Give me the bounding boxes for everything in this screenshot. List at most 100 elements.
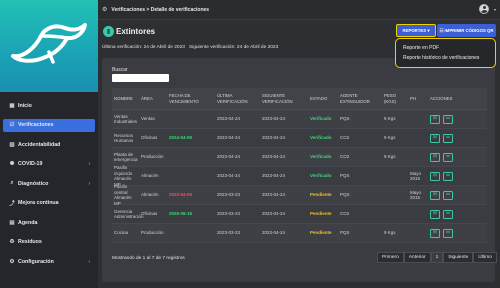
cell-next-verification: 2023-04-24 xyxy=(262,230,286,236)
chevron-right-icon: › xyxy=(88,180,90,187)
verify-icon[interactable]: ⊞ xyxy=(430,209,440,219)
list-icon[interactable]: ☰ xyxy=(443,114,453,124)
table-row: Ventas Industriales Ventas 2023-04-24 2023-… xyxy=(112,110,487,129)
search-input[interactable] xyxy=(112,74,169,82)
reportes-button[interactable]: REPORTES ▾ xyxy=(396,24,436,37)
list-icon[interactable]: ☰ xyxy=(443,133,453,143)
list-icon[interactable]: ☰ xyxy=(443,228,453,238)
column-header[interactable]: ESTADO xyxy=(310,96,340,102)
cell-area: Producción xyxy=(141,230,164,236)
cell-next-verification: 2023-04-24 xyxy=(262,192,286,198)
list-icon[interactable]: ☰ xyxy=(443,171,453,181)
page-last-button[interactable]: Último xyxy=(473,252,497,263)
page-first-button[interactable]: Primero xyxy=(377,252,404,263)
verify-icon[interactable]: ⊞ xyxy=(430,190,440,200)
list-icon[interactable]: ☰ xyxy=(443,190,453,200)
cell-status: Pendiente xyxy=(310,230,332,236)
cell-agent: PQS xyxy=(340,173,350,179)
sidebar-item-label: COVID-19 xyxy=(18,161,43,167)
sidebar-item-residuos[interactable]: ♻ Residuos xyxy=(3,236,95,249)
cell-status: Verificado xyxy=(310,116,332,122)
sidebar-item-configuraci-n[interactable]: ⚙ Configuración › xyxy=(3,255,95,268)
cell-agent: CO2 xyxy=(340,135,350,141)
cell-status: Verificado xyxy=(310,154,332,160)
cell-agent: CO2 xyxy=(340,211,350,217)
checklist-icon: ☑ xyxy=(9,122,15,128)
cell-weight: 9 Kgs xyxy=(384,154,396,160)
virus-icon: ✺ xyxy=(9,161,15,167)
page-previous-button[interactable]: Anterior xyxy=(403,252,431,263)
cell-next-verification: 2023-04-24 xyxy=(262,116,286,122)
verify-icon[interactable]: ⊞ xyxy=(430,228,440,238)
verify-icon[interactable]: ⊞ xyxy=(430,171,440,181)
cell-expiration: 2025-06-16 xyxy=(169,211,193,217)
column-header[interactable]: FECHA DE VENCIMIENTO xyxy=(169,93,217,104)
cell-area: Oficinas xyxy=(141,135,158,141)
page-next-button[interactable]: Siguiente xyxy=(443,252,474,263)
sidebar-item-mejora-continua[interactable]: ⤴ Mejora continua xyxy=(3,197,95,210)
cell-next-verification: 2023-04-24 xyxy=(262,173,286,179)
verify-icon[interactable]: ⊞ xyxy=(430,133,440,143)
menu-item-history-report[interactable]: Reporte histórico de verificaciones xyxy=(403,53,488,63)
column-header[interactable]: PESO (KGS) xyxy=(384,93,410,104)
list-icon[interactable]: ☰ xyxy=(443,152,453,162)
chevron-down-icon[interactable]: ▾ xyxy=(494,7,496,12)
dashboard-icon: ▦ xyxy=(9,102,15,109)
cell-last-verification: 2023-04-24 xyxy=(217,154,241,160)
cell-weight: 9 Kgs xyxy=(384,230,396,236)
sidebar-nav: ▦ Inicio ☑ Verificaciones ▥ Accidentabilidad ✺… xyxy=(3,99,95,275)
sidebar-item-accidentabilidad[interactable]: ▥ Accidentabilidad xyxy=(3,138,95,151)
sidebar-item-verificaciones[interactable]: ☑ Verificaciones xyxy=(3,118,95,132)
cell-agent: PQS xyxy=(340,116,350,122)
column-header[interactable]: NOMBRE xyxy=(112,96,141,102)
sidebar: ▦ Inicio ☑ Verificaciones ▥ Accidentabilidad ✺… xyxy=(0,0,98,288)
sidebar-item-agenda[interactable]: ▤ Agenda xyxy=(3,216,95,229)
pagination: Primero Anterior 1 Siguiente Último xyxy=(377,252,497,263)
cell-name: Cocina xyxy=(114,230,129,236)
gear-icon: ⚙ xyxy=(9,258,15,265)
column-header[interactable]: ÁREA xyxy=(141,96,169,102)
cell-next-verification: 2023-04-24 xyxy=(262,211,286,217)
cell-name: Pasillo central Almacén MP xyxy=(114,184,132,206)
sidebar-item-label: Accidentabilidad xyxy=(18,141,61,148)
cell-name: Planta de emergencia xyxy=(114,151,138,163)
app-logo[interactable] xyxy=(0,0,98,92)
table-body: Ventas Industriales Ventas 2023-04-24 2023-… xyxy=(112,110,487,243)
sidebar-item-covid-19[interactable]: ✺ COVID-19 › xyxy=(3,158,95,171)
sidebar-item-inicio[interactable]: ▦ Inicio xyxy=(3,99,95,112)
top-bar: ⚙ Verificaciones > Detalle de verificaci… xyxy=(98,0,500,20)
column-header[interactable]: PH xyxy=(410,96,430,102)
cell-next-verification: 2023-04-24 xyxy=(262,135,286,141)
reportes-dropdown: Reporte en PDF Reporte histórico de veri… xyxy=(395,38,496,68)
calendar-icon: ▤ xyxy=(9,219,15,226)
menu-item-pdf-report[interactable]: Reporte en PDF xyxy=(403,43,488,53)
verify-icon[interactable]: ⊞ xyxy=(430,152,440,162)
user-avatar[interactable] xyxy=(479,4,489,14)
sidebar-item-label: Agenda xyxy=(18,219,38,226)
cell-last-verification: 2023-04-24 xyxy=(217,173,241,179)
cell-weight: 9 Kgs xyxy=(384,135,396,141)
table-row: Gerencia Administración Oficinas 2025-06-1… xyxy=(112,205,487,224)
cell-expiration: 2024-04-09 xyxy=(169,135,193,141)
page-number-button[interactable]: 1 xyxy=(430,252,444,263)
cell-name: Gerencia Administración xyxy=(114,208,144,220)
cell-actions: ⊞ ☰ xyxy=(430,114,487,124)
sidebar-item-diagn-stico[interactable]: ⌕ Diagnóstico › xyxy=(3,177,95,190)
cell-expiration: 2023-04-05 xyxy=(169,192,193,198)
gear-icon[interactable]: ⚙ xyxy=(102,6,107,13)
column-header[interactable]: ÚLTIMA VERIFICACIÓN xyxy=(217,93,262,104)
cell-last-verification: 2023-03-23 xyxy=(217,230,241,236)
sidebar-item-label: Verificaciones xyxy=(18,122,54,128)
chevron-right-icon: › xyxy=(88,161,90,167)
cell-last-verification: 2023-04-24 xyxy=(217,135,241,141)
column-header[interactable]: SIGUIENTE VERIFICACIÓN xyxy=(262,93,310,104)
cell-weight: 9 Kgs xyxy=(384,116,396,122)
cell-next-verification: 2023-04-24 xyxy=(262,154,286,160)
list-icon[interactable]: ☰ xyxy=(443,209,453,219)
table-header: NOMBRE ÁREA FECHA DE VENCIMIENTO ÚLTIMA … xyxy=(112,88,487,110)
column-header[interactable]: AGENTE EXTINGUIDOR xyxy=(340,93,384,104)
print-qr-button[interactable]: ☷ IMPRIMIR CÓDIGOS QR xyxy=(437,24,496,37)
verify-icon[interactable]: ⊞ xyxy=(430,114,440,124)
cell-agent: PQS xyxy=(340,230,350,236)
extinguishers-table: NOMBRE ÁREA FECHA DE VENCIMIENTO ÚLTIMA … xyxy=(112,88,487,243)
